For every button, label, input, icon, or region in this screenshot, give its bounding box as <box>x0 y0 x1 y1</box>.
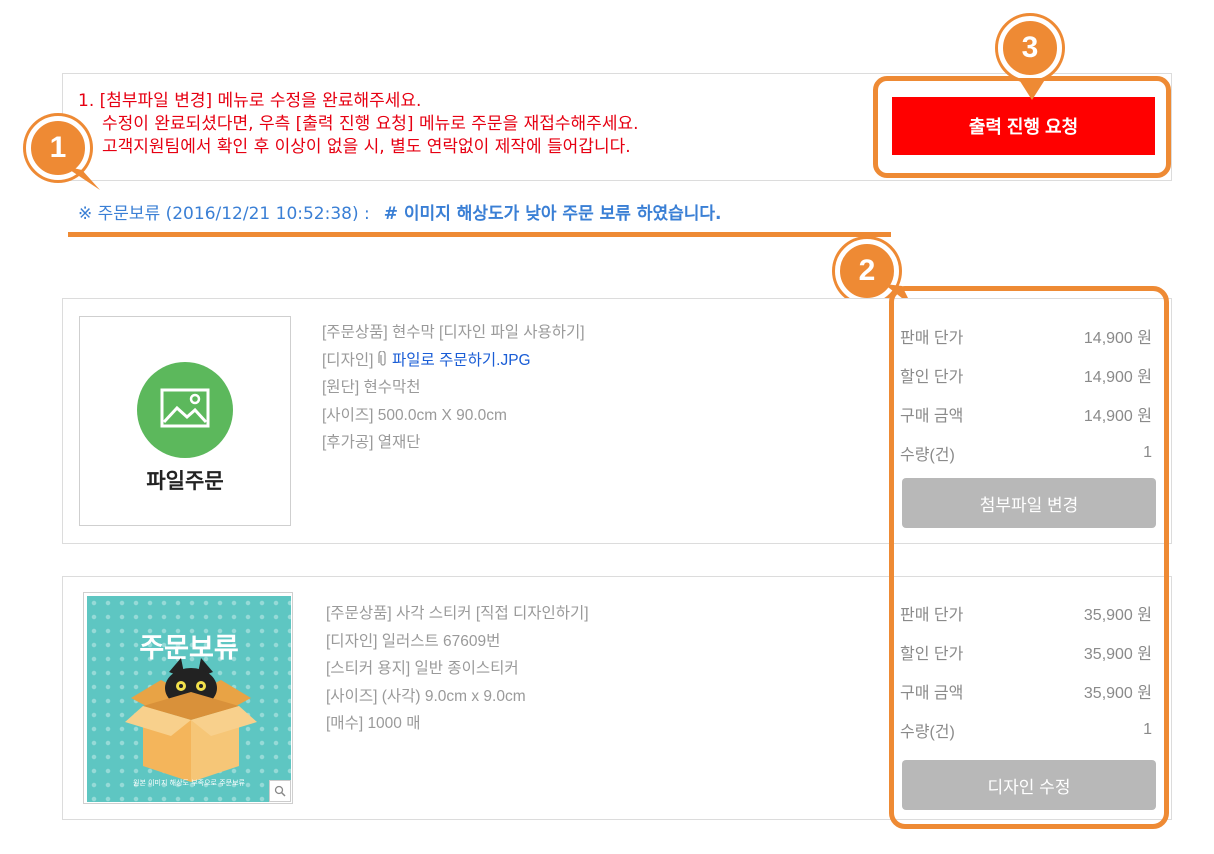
zoom-icon[interactable] <box>269 780 291 802</box>
cat-in-box-illustration <box>125 658 257 782</box>
sticker-caption: 원본 이미지 해상도 부족으로 주문보류 <box>133 779 245 787</box>
order-1-details: [주문상품] 현수막 [디자인 파일 사용하기] [디자인] 파일로 주문하기.… <box>322 319 585 457</box>
marker-3-tail <box>1018 78 1046 100</box>
marker-1-tail <box>64 166 100 190</box>
order-2-size: [사이즈] (사각) 9.0cm x 9.0cm <box>326 687 526 705</box>
order-1-size: [사이즈] 500.0cm X 90.0cm <box>322 406 507 424</box>
order-1-thumbnail[interactable]: 파일주문 <box>79 316 291 526</box>
order-2-details: [주문상품] 사각 스티커 [직접 디자인하기] [디자인] 일러스트 6760… <box>326 600 589 738</box>
file-order-label: 파일주문 <box>146 469 224 493</box>
order-2-paper: [스티커 용지] 일반 종이스티커 <box>326 660 519 677</box>
print-request-button[interactable]: 출력 진행 요청 <box>892 97 1155 155</box>
marker-3: 3 <box>998 16 1062 80</box>
order-1-finishing: [후가공] 열재단 <box>322 434 421 451</box>
order-2-design: [디자인] 일러스트 67609번 <box>326 632 501 650</box>
order-2-product: [주문상품] 사각 스티커 [직접 디자인하기] <box>326 605 589 622</box>
order-1-fabric: [원단] 현수막천 <box>322 379 421 396</box>
paperclip-icon <box>378 349 392 369</box>
hold-underline <box>68 232 891 237</box>
hold-status: ※ 주문보류 (2016/12/21 10:52:38) : # 이미지 해상도가… <box>78 199 721 224</box>
order-1-design-label: [디자인] <box>322 351 374 369</box>
design-file-link[interactable]: 파일로 주문하기.JPG <box>392 352 531 369</box>
order-2-quantity: [매수] 1000 매 <box>326 715 421 732</box>
notice-line-3: 고객지원팀에서 확인 후 이상이 없을 시, 별도 연락없이 제작에 들어갑니다… <box>102 137 631 157</box>
order-2-thumbnail[interactable]: 주문보류 원본 이미지 해상도 부족으로 주문보류 <box>83 592 293 804</box>
image-icon <box>137 362 233 458</box>
notice-line-1: 1. [첨부파일 변경] 메뉴로 수정을 완료해주세요. <box>78 91 422 111</box>
order-1-product: [주문상품] 현수막 [디자인 파일 사용하기] <box>322 324 585 341</box>
price-highlight <box>889 286 1169 829</box>
hold-prefix: ※ 주문보류 (2016/12/21 10:52:38) : <box>78 204 370 224</box>
notice-line-2: 수정이 완료되셨다면, 우측 [출력 진행 요청] 메뉴로 주문을 재접수해주세… <box>102 114 639 134</box>
notice-text: 1. [첨부파일 변경] 메뉴로 수정을 완료해주세요. 수정이 완료되셨다면,… <box>78 90 639 159</box>
sticker-preview: 주문보류 원본 이미지 해상도 부족으로 주문보류 <box>87 596 291 802</box>
order-1-design: [디자인] 파일로 주문하기.JPG <box>322 347 585 375</box>
hold-message: # 이미지 해상도가 낮아 주문 보류 하였습니다. <box>383 204 722 224</box>
